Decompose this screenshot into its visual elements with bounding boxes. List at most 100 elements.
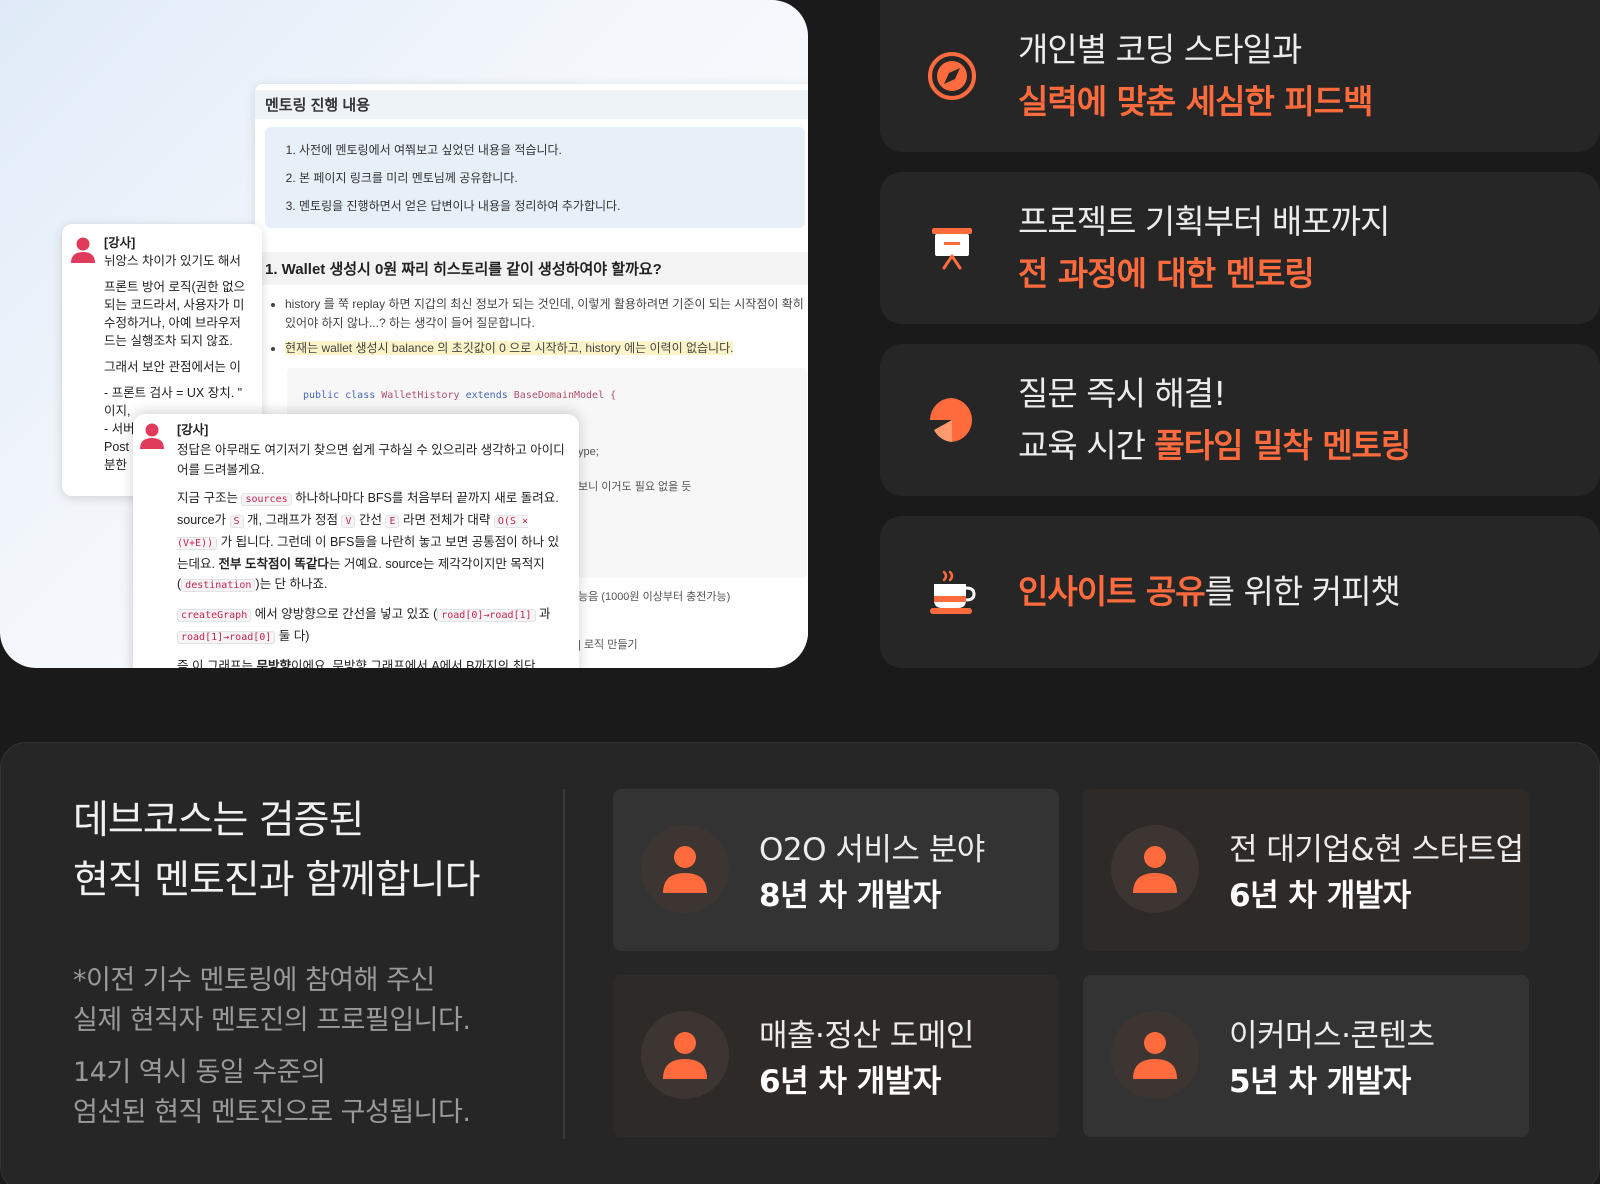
mentor-avatar [641,1011,729,1099]
doc-bullets: history 를 쭉 replay 하면 지갑의 최신 정보가 되는 것인데,… [285,295,808,358]
doc-bullet: history 를 쭉 replay 하면 지갑의 최신 정보가 되는 것인데,… [285,295,808,333]
comment-line: 그래서 보안 관점에서는 이 [104,360,241,374]
compass-icon [928,52,976,100]
feature-card-project: 프로젝트 기획부터 배포까지 전 과정에 대한 멘토링 [880,172,1600,324]
answer-text: 과 [539,607,551,621]
note-line: *이전 기수 멘토링에 참여해 주신 [73,965,435,996]
highlighted-text: 현재는 wallet 생성시 balance 의 초깃값이 0 으로 시작하고,… [285,341,734,355]
comment-role: [강사] [104,236,136,250]
comment-line: 뉘앙스 차이가 있기도 해서 [104,254,241,268]
mentor-field: 매출·정산 도메인 [759,1018,974,1054]
feature-line: 질문 즉시 해결! [1018,374,1226,413]
code-keyword: extends [465,390,508,401]
mentor-card: O2O 서비스 분야 8년 차 개발자 [613,789,1059,951]
mentor-field: 전 대기업&현 스타트업 [1229,832,1524,868]
doc-step: 사전에 멘토링에서 여쭤보고 싶었던 내용을 적습니다. [299,141,791,158]
answer-text: 간선 [358,513,382,527]
answer-paragraph: 지금 구조는 sources 하나하나마다 BFS를 처음부터 끝까지 새로 돌… [177,488,567,596]
feature-card-feedback: 개인별 코딩 스타일과 실력에 맞춘 세심한 피드백 [880,0,1600,152]
feature-line: 교육 시간 풀타임 밀착 멘토링 [1018,420,1411,472]
comment-line: 수정하거나, 아예 브라우저 [104,316,241,330]
answer-paragraph: createGraph 에서 양방향으로 간선을 넣고 있죠 (road[0]→… [177,604,567,648]
doc-step: 멘토링을 진행하면서 얻은 답변이나 내용을 정리하여 추가합니다. [299,197,791,214]
doc-fragment: ype; [578,446,599,458]
headline-line: 현직 멘토진과 함께합니다 [73,858,480,903]
person-icon [1133,1032,1177,1079]
mentor-info: 이커머스·콘텐츠 5년 차 개발자 [1229,1013,1435,1105]
feature-highlight: 풀타임 밀착 멘토링 [1154,426,1411,465]
comment-line: 되는 코드라서, 사용자가 미 [104,298,245,312]
mentor-info: O2O 서비스 분야 8년 차 개발자 [759,827,985,919]
feature-card-question: 질문 즉시 해결! 교육 시간 풀타임 밀착 멘토링 [880,344,1600,496]
mentor-field: 이커머스·콘텐츠 [1229,1018,1435,1054]
answer-text: 지금 구조는 [177,491,238,505]
answer-text: 둘 다) [278,629,310,643]
presentation-board-icon [932,228,972,270]
mentor-avatar [641,825,729,913]
mentor-field: O2O 서비스 분야 [759,832,985,868]
doc-question: 1. Wallet 생성시 0원 짜리 히스토리를 같이 생성하여야 할까요? [255,252,808,285]
feature-highlight: 실력에 맞춘 세심한 피드백 [1018,82,1373,121]
comment-role: [강사] [177,423,209,437]
note-line: 14기 역시 동일 수준의 [73,1057,326,1088]
answer-text: 개, 그래프가 정점 [247,513,338,527]
code-token: E [385,515,400,528]
code-token: destination [181,579,256,592]
person-icon [1133,846,1177,893]
feature-text: 질문 즉시 해결! 교육 시간 풀타임 밀착 멘토링 [1018,368,1411,472]
mentor-card: 매출·정산 도메인 6년 차 개발자 [613,975,1059,1137]
comment-line: 드는 실행조차 되지 않죠. [104,334,233,348]
code-token: road[1]→road[0] [177,631,276,644]
code-token: S [229,515,244,528]
doc-steps: 사전에 멘토링에서 여쭤보고 싶었던 내용을 적습니다. 본 페이지 링크를 미… [265,127,805,228]
code-token: sources [241,493,292,506]
speech-bubble-icon [930,398,973,442]
code-class: BaseDomainModel { [513,390,617,401]
code-class: WalletHistory [381,390,460,401]
doc-fragment: 능음 (1000원 이상부터 충전가능) [578,591,731,603]
note-line: 엄선된 현직 멘토진으로 구성됩니다. [73,1097,471,1128]
mentor-career: 5년 차 개발자 [1229,1064,1411,1100]
doc-title: 멘토링 진행 내용 [255,90,808,119]
feature-line: 인사이트 공유를 위한 커피챗 [1018,566,1401,618]
section-divider [563,789,565,1139]
headline-line: 데브코스는 검증된 [73,798,364,843]
coffee-cup-icon [930,570,976,614]
feature-line-prefix: 교육 시간 [1018,426,1155,465]
mentor-card: 전 대기업&현 스타트업 6년 차 개발자 [1083,789,1529,951]
feature-line: 개인별 코딩 스타일과 [1018,30,1302,69]
answer-text: 에서 양방향으로 간선을 넣고 있죠 ( [254,607,438,621]
section-note: 14기 역시 동일 수준의 엄선된 현직 멘토진으로 구성됩니다. [73,1053,471,1133]
answer-intro: 정답은 아무래도 여기저기 찾으면 쉽게 구하실 수 있으리라 생각하고 아이디… [177,443,565,477]
person-icon [663,846,707,893]
code-token: road[0]→road[1] [437,609,536,622]
mentor-info: 매출·정산 도메인 6년 차 개발자 [759,1013,974,1105]
doc-fragment: | 로직 만들기 [578,639,638,651]
mentoring-screenshot-collage: 멘토링 진행 내용 사전에 멘토링에서 여쭤보고 싶었던 내용을 적습니다. 본… [0,0,808,668]
answer-text: 즉 이 그래프는 [177,659,253,668]
feature-text: 인사이트 공유를 위한 커피챗 [1018,566,1401,618]
instructor-answer-card: [강사] 정답은 아무래도 여기저기 찾으면 쉽게 구하실 수 있으리라 생각하… [133,414,579,668]
mentor-career: 8년 차 개발자 [759,878,941,914]
instructor-avatar-icon [71,237,95,263]
mentor-card: 이커머스·콘텐츠 5년 차 개발자 [1083,975,1529,1137]
section-note: *이전 기수 멘토링에 참여해 주신 실제 현직자 멘토진의 프로필입니다. [73,961,471,1041]
answer-text: 이에요. 무방향 그래프에서 A에서 B까지의 최단 [290,659,536,668]
feature-text: 프로젝트 기획부터 배포까지 전 과정에 대한 멘토링 [1018,196,1390,300]
doc-step: 본 페이지 링크를 미리 멘토님께 공유합니다. [299,169,791,186]
answer-paragraph: 즉 이 그래프는 무방향이에요. 무방향 그래프에서 A에서 B까지의 최단 [177,656,567,668]
feature-line: 프로젝트 기획부터 배포까지 [1018,202,1390,241]
feature-text: 개인별 코딩 스타일과 실력에 맞춘 세심한 피드백 [1018,24,1373,128]
feature-line-rest: 를 위한 커피챗 [1204,572,1401,611]
mentor-section: 데브코스는 검증된 현직 멘토진과 함께합니다 *이전 기수 멘토링에 참여해 … [0,742,1600,1184]
section-headline: 데브코스는 검증된 현직 멘토진과 함께합니다 [73,791,480,911]
mentor-avatar [1111,1011,1199,1099]
answer-emphasis: 전부 도착점이 똑같다 [218,557,329,571]
note-line: 실제 현직자 멘토진의 프로필입니다. [73,1005,471,1036]
code-token: V [341,515,356,528]
feature-highlight: 인사이트 공유 [1018,572,1206,611]
feature-highlight: 전 과정에 대한 멘토링 [1018,254,1315,293]
person-icon [663,1032,707,1079]
answer-emphasis: 무방향 [256,659,291,668]
doc-bullet: 현재는 wallet 생성시 balance 의 초깃값이 0 으로 시작하고,… [285,339,808,358]
